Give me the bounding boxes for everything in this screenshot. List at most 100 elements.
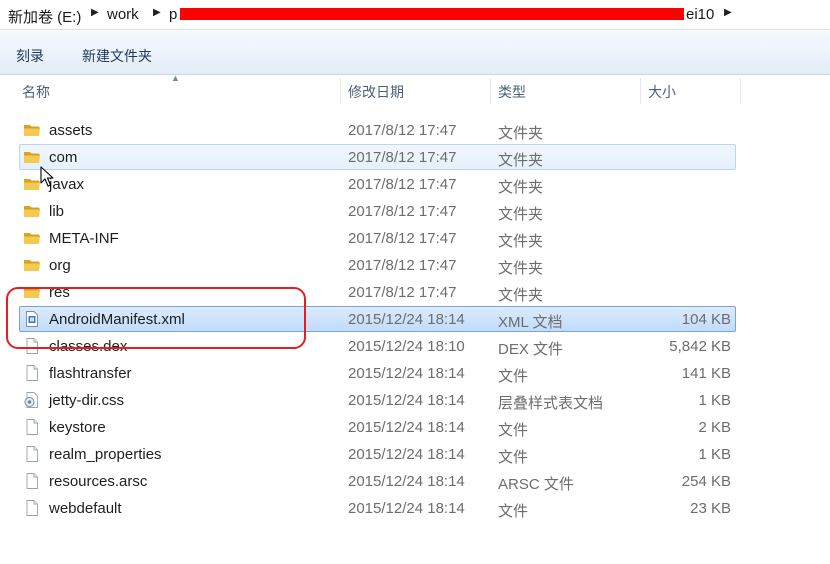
file-modified-date: 2017/8/12 17:47 [348, 203, 457, 220]
file-icon [23, 418, 41, 436]
breadcrumb-project[interactable]: p [169, 6, 177, 23]
file-name: flashtransfer [49, 365, 132, 382]
file-size: 1 KB [698, 392, 731, 409]
folder-row[interactable]: assets 2017/8/12 17:47 文件夹 [19, 117, 736, 143]
file-row[interactable]: classes.dex 2015/12/24 18:10 DEX 文件 5,842 K… [19, 333, 736, 359]
folder-icon [23, 175, 41, 193]
breadcrumb-drive[interactable]: 新加卷 (E:) [8, 6, 81, 27]
file-size: 23 KB [690, 500, 731, 517]
column-header-size[interactable]: 大小 [648, 76, 740, 106]
file-type: ARSC 文件 [498, 476, 574, 493]
file-name: res [49, 284, 70, 301]
file-icon [23, 337, 41, 355]
folder-row[interactable]: javax 2017/8/12 17:47 文件夹 [19, 171, 736, 197]
file-row[interactable]: realm_properties 2015/12/24 18:14 文件 1 KB [19, 441, 736, 467]
breadcrumb-work[interactable]: work [107, 6, 139, 23]
file-name: jetty-dir.css [49, 392, 125, 409]
file-name: keystore [49, 419, 106, 436]
file-type: XML 文档 [498, 314, 563, 331]
file-type: 文件夹 [498, 260, 544, 277]
breadcrumb-separator-icon[interactable]: ▶ [91, 7, 99, 18]
column-header-type[interactable]: 类型 [498, 76, 640, 106]
file-row[interactable]: resources.arsc 2015/12/24 18:14 ARSC 文件 254… [19, 468, 736, 494]
file-icon [23, 472, 41, 490]
file-row[interactable]: AndroidManifest.xml 2015/12/24 18:14 XML 文… [19, 306, 736, 332]
folder-row[interactable]: lib 2017/8/12 17:47 文件夹 [19, 198, 736, 224]
file-type: 文件 [498, 449, 529, 466]
file-modified-date: 2017/8/12 17:47 [348, 176, 457, 193]
file-modified-date: 2015/12/24 18:14 [348, 500, 465, 517]
file-name: AndroidManifest.xml [49, 311, 185, 328]
file-type: 文件夹 [498, 152, 544, 169]
redaction-bar [180, 8, 684, 20]
file-size: 2 KB [698, 419, 731, 436]
command-toolbar: 刻录 新建文件夹 [0, 31, 830, 75]
mouse-cursor-icon [40, 166, 54, 187]
file-type: 文件 [498, 422, 529, 439]
folder-icon [23, 256, 41, 274]
breadcrumb-separator-icon[interactable]: ▶ [724, 7, 732, 18]
column-headers: ▲ 名称 修改日期 类型 大小 [0, 73, 830, 106]
folder-row[interactable]: org 2017/8/12 17:47 文件夹 [19, 252, 736, 278]
file-modified-date: 2015/12/24 18:14 [348, 365, 465, 382]
file-type: 文件夹 [498, 206, 544, 223]
file-name: realm_properties [49, 446, 162, 463]
file-type: 文件 [498, 503, 529, 520]
file-icon [23, 499, 41, 517]
file-name: META-INF [49, 230, 119, 247]
folder-row[interactable]: res 2017/8/12 17:47 文件夹 [19, 279, 736, 305]
folder-icon [23, 229, 41, 247]
folder-icon [23, 202, 41, 220]
folder-icon [23, 148, 41, 166]
file-modified-date: 2017/8/12 17:47 [348, 284, 457, 301]
file-type: 层叠样式表文档 [498, 395, 604, 412]
breadcrumb-separator-icon[interactable]: ▶ [153, 7, 161, 18]
file-type: 文件夹 [498, 179, 544, 196]
column-divider[interactable] [340, 78, 341, 104]
file-row[interactable]: flashtransfer 2015/12/24 18:14 文件 141 KB [19, 360, 736, 386]
file-modified-date: 2015/12/24 18:14 [348, 446, 465, 463]
column-header-date[interactable]: 修改日期 [348, 76, 490, 106]
file-name: resources.arsc [49, 473, 148, 490]
column-header-name[interactable]: 名称 [22, 76, 340, 106]
file-size: 104 KB [681, 311, 731, 328]
new-folder-button[interactable]: 新建文件夹 [82, 46, 152, 66]
file-name: webdefault [49, 500, 122, 517]
file-modified-date: 2015/12/24 18:14 [348, 473, 465, 490]
folder-icon [23, 121, 41, 139]
file-row[interactable]: keystore 2015/12/24 18:14 文件 2 KB [19, 414, 736, 440]
file-name: assets [49, 122, 93, 139]
file-modified-date: 2015/12/24 18:14 [348, 392, 465, 409]
file-modified-date: 2017/8/12 17:47 [348, 257, 457, 274]
folder-row[interactable]: META-INF 2017/8/12 17:47 文件夹 [19, 225, 736, 251]
file-size: 5,842 KB [669, 338, 731, 355]
breadcrumb-project-suffix[interactable]: ei10 [686, 6, 714, 23]
folder-icon [23, 283, 41, 301]
file-size: 141 KB [681, 365, 731, 382]
file-modified-date: 2015/12/24 18:10 [348, 338, 465, 355]
file-name: org [49, 257, 71, 274]
file-modified-date: 2017/8/12 17:47 [348, 149, 457, 166]
file-size: 254 KB [681, 473, 731, 490]
css-file-icon [23, 391, 41, 409]
column-divider[interactable] [490, 78, 491, 104]
file-size: 1 KB [698, 446, 731, 463]
folder-row[interactable]: com 2017/8/12 17:47 文件夹 [19, 144, 736, 170]
column-divider[interactable] [640, 78, 641, 104]
file-row[interactable]: jetty-dir.css 2015/12/24 18:14 层叠样式表文档 1 KB [19, 387, 736, 413]
file-modified-date: 2017/8/12 17:47 [348, 230, 457, 247]
file-modified-date: 2017/8/12 17:47 [348, 122, 457, 139]
file-type: 文件 [498, 368, 529, 385]
file-row[interactable]: webdefault 2015/12/24 18:14 文件 23 KB [19, 495, 736, 521]
address-bar[interactable]: 新加卷 (E:) ▶ work ▶ p ei10 ▶ [0, 0, 830, 30]
file-modified-date: 2015/12/24 18:14 [348, 311, 465, 328]
file-name: lib [49, 203, 65, 220]
file-type: 文件夹 [498, 125, 544, 142]
file-name: com [49, 149, 78, 166]
file-icon [23, 445, 41, 463]
column-divider[interactable] [740, 78, 741, 104]
file-type: 文件夹 [498, 233, 544, 250]
burn-button[interactable]: 刻录 [16, 46, 44, 66]
file-modified-date: 2015/12/24 18:14 [348, 419, 465, 436]
file-type: 文件夹 [498, 287, 544, 304]
